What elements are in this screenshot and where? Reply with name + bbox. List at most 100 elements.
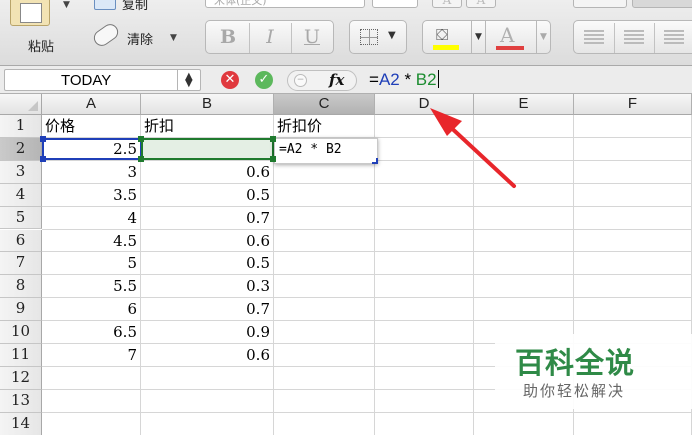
row-header-4[interactable]: 4 [0, 183, 42, 207]
formula-equals: = [369, 70, 379, 89]
fill-color-button[interactable]: ⛋ [422, 20, 472, 54]
cell-a4[interactable]: 3.5 [45, 184, 137, 207]
row-header-2[interactable]: 2 [0, 137, 42, 161]
cell-b9[interactable]: 0.7 [144, 298, 270, 321]
formula-operator: * [399, 70, 416, 89]
row-header-8[interactable]: 8 [0, 275, 42, 299]
resize-handle[interactable] [138, 156, 144, 162]
paste-dropdown-arrow-icon[interactable]: ▼ [63, 0, 70, 10]
cell-b5[interactable]: 0.7 [144, 207, 270, 230]
increase-font-size-button[interactable]: A [432, 0, 462, 8]
resize-handle[interactable] [138, 136, 144, 142]
fill-color-dropdown[interactable]: ▼ [471, 20, 486, 54]
row-header-14[interactable]: 14 [0, 412, 42, 435]
text-caret [437, 70, 439, 88]
cell-a7[interactable]: 5 [45, 252, 137, 275]
decrease-font-size-button[interactable]: A [466, 0, 496, 8]
cell-b10[interactable]: 0.9 [144, 321, 270, 344]
formula-input[interactable]: =A2 * B2 [362, 69, 687, 91]
paste-button-label[interactable]: 粘贴 [28, 36, 54, 55]
merge-button[interactable] [632, 0, 692, 8]
row-header-9[interactable]: 9 [0, 298, 42, 322]
cancel-icon[interactable]: ✕ [221, 71, 239, 89]
row-header-6[interactable]: 6 [0, 229, 42, 253]
gridline [42, 411, 692, 413]
select-all-corner[interactable] [0, 94, 42, 115]
row-header-13[interactable]: 13 [0, 389, 42, 413]
row-header-7[interactable]: 7 [0, 252, 42, 276]
resize-handle[interactable] [270, 156, 276, 162]
copy-icon[interactable] [94, 0, 116, 10]
cell-a3[interactable]: 3 [45, 161, 137, 184]
cell-a5[interactable]: 4 [45, 207, 137, 230]
copy-button-label[interactable]: 复制 [122, 0, 148, 13]
insert-function-icon[interactable]: fx [329, 71, 344, 89]
reference-highlight-a2 [42, 138, 142, 160]
eraser-icon[interactable] [90, 20, 122, 50]
align-center-icon[interactable] [624, 30, 644, 44]
italic-button[interactable]: I [250, 26, 290, 48]
fill-color-swatch [433, 45, 459, 50]
row-header-12[interactable]: 12 [0, 366, 42, 390]
alignment-group [573, 20, 692, 54]
divider [654, 23, 655, 53]
cell-b7[interactable]: 0.5 [144, 252, 270, 275]
cell-b6[interactable]: 0.6 [144, 230, 270, 253]
wrap-text-button[interactable] [573, 0, 627, 8]
font-size-select[interactable] [372, 0, 418, 8]
cell-b4[interactable]: 0.5 [144, 184, 270, 207]
column-header-a[interactable]: A [42, 94, 141, 115]
align-left-icon[interactable] [584, 30, 604, 44]
underline-button[interactable]: U [292, 26, 332, 48]
align-right-icon[interactable] [664, 30, 684, 44]
cell-a6[interactable]: 4.5 [45, 230, 137, 253]
confirm-icon[interactable]: ✓ [255, 71, 273, 89]
cell-b3[interactable]: 0.6 [144, 161, 270, 184]
gridline [42, 274, 692, 276]
font-color-dropdown[interactable]: ▼ [536, 20, 551, 54]
column-header-d[interactable]: D [375, 94, 474, 115]
resize-handle[interactable] [40, 136, 46, 142]
row-header-10[interactable]: 10 [0, 321, 42, 344]
row-header-3[interactable]: 3 [0, 160, 42, 184]
row-header-11[interactable]: 11 [0, 344, 42, 367]
chevron-down-icon: ▼ [388, 30, 396, 41]
font-color-swatch [496, 46, 524, 50]
cell-a8[interactable]: 5.5 [45, 275, 137, 298]
cell-b11[interactable]: 0.6 [144, 344, 270, 367]
column-header-b[interactable]: B [141, 94, 274, 115]
formula-bar: TODAY ▲ ▼ ✕ ✓ − fx =A2 * B2 [0, 66, 692, 94]
column-header-e[interactable]: E [474, 94, 574, 115]
gridline [42, 297, 692, 299]
column-header-f[interactable]: F [574, 94, 692, 115]
cell-a11[interactable]: 7 [45, 344, 137, 367]
cell-editor-c2[interactable]: =A2 * B2 [274, 138, 378, 164]
gridline [42, 182, 692, 184]
minus-icon[interactable]: − [294, 74, 307, 87]
name-box[interactable]: TODAY ▲ ▼ [4, 69, 201, 91]
divider [177, 70, 178, 90]
resize-handle[interactable] [40, 156, 46, 162]
clear-button-label[interactable]: 清除 [127, 29, 153, 48]
formula-reference-a2: A2 [378, 70, 400, 89]
row-header-1[interactable]: 1 [0, 115, 42, 138]
cell-a10[interactable]: 6.5 [45, 321, 137, 344]
gridline [42, 320, 692, 322]
font-color-button[interactable]: A [485, 20, 537, 54]
font-name-select[interactable]: 宋体(正文) [205, 0, 365, 8]
clear-dropdown-arrow-icon[interactable]: ▼ [170, 33, 177, 43]
cell-b8[interactable]: 0.3 [144, 275, 270, 298]
stepper-arrows-icon[interactable]: ▲ ▼ [185, 72, 193, 89]
cell-b1[interactable]: 折扣 [144, 115, 270, 138]
divider [614, 23, 615, 53]
bold-button[interactable]: B [208, 26, 248, 48]
resize-handle[interactable] [270, 136, 276, 142]
paste-icon[interactable] [10, 0, 50, 26]
borders-button[interactable]: ▼ [349, 20, 407, 54]
cell-a1[interactable]: 价格 [45, 115, 137, 138]
cell-c1[interactable]: 折扣价 [277, 115, 371, 138]
cell-a9[interactable]: 6 [45, 298, 137, 321]
row-header-5[interactable]: 5 [0, 206, 42, 230]
function-button-group: − fx [287, 70, 357, 91]
column-header-c[interactable]: C [274, 94, 375, 115]
